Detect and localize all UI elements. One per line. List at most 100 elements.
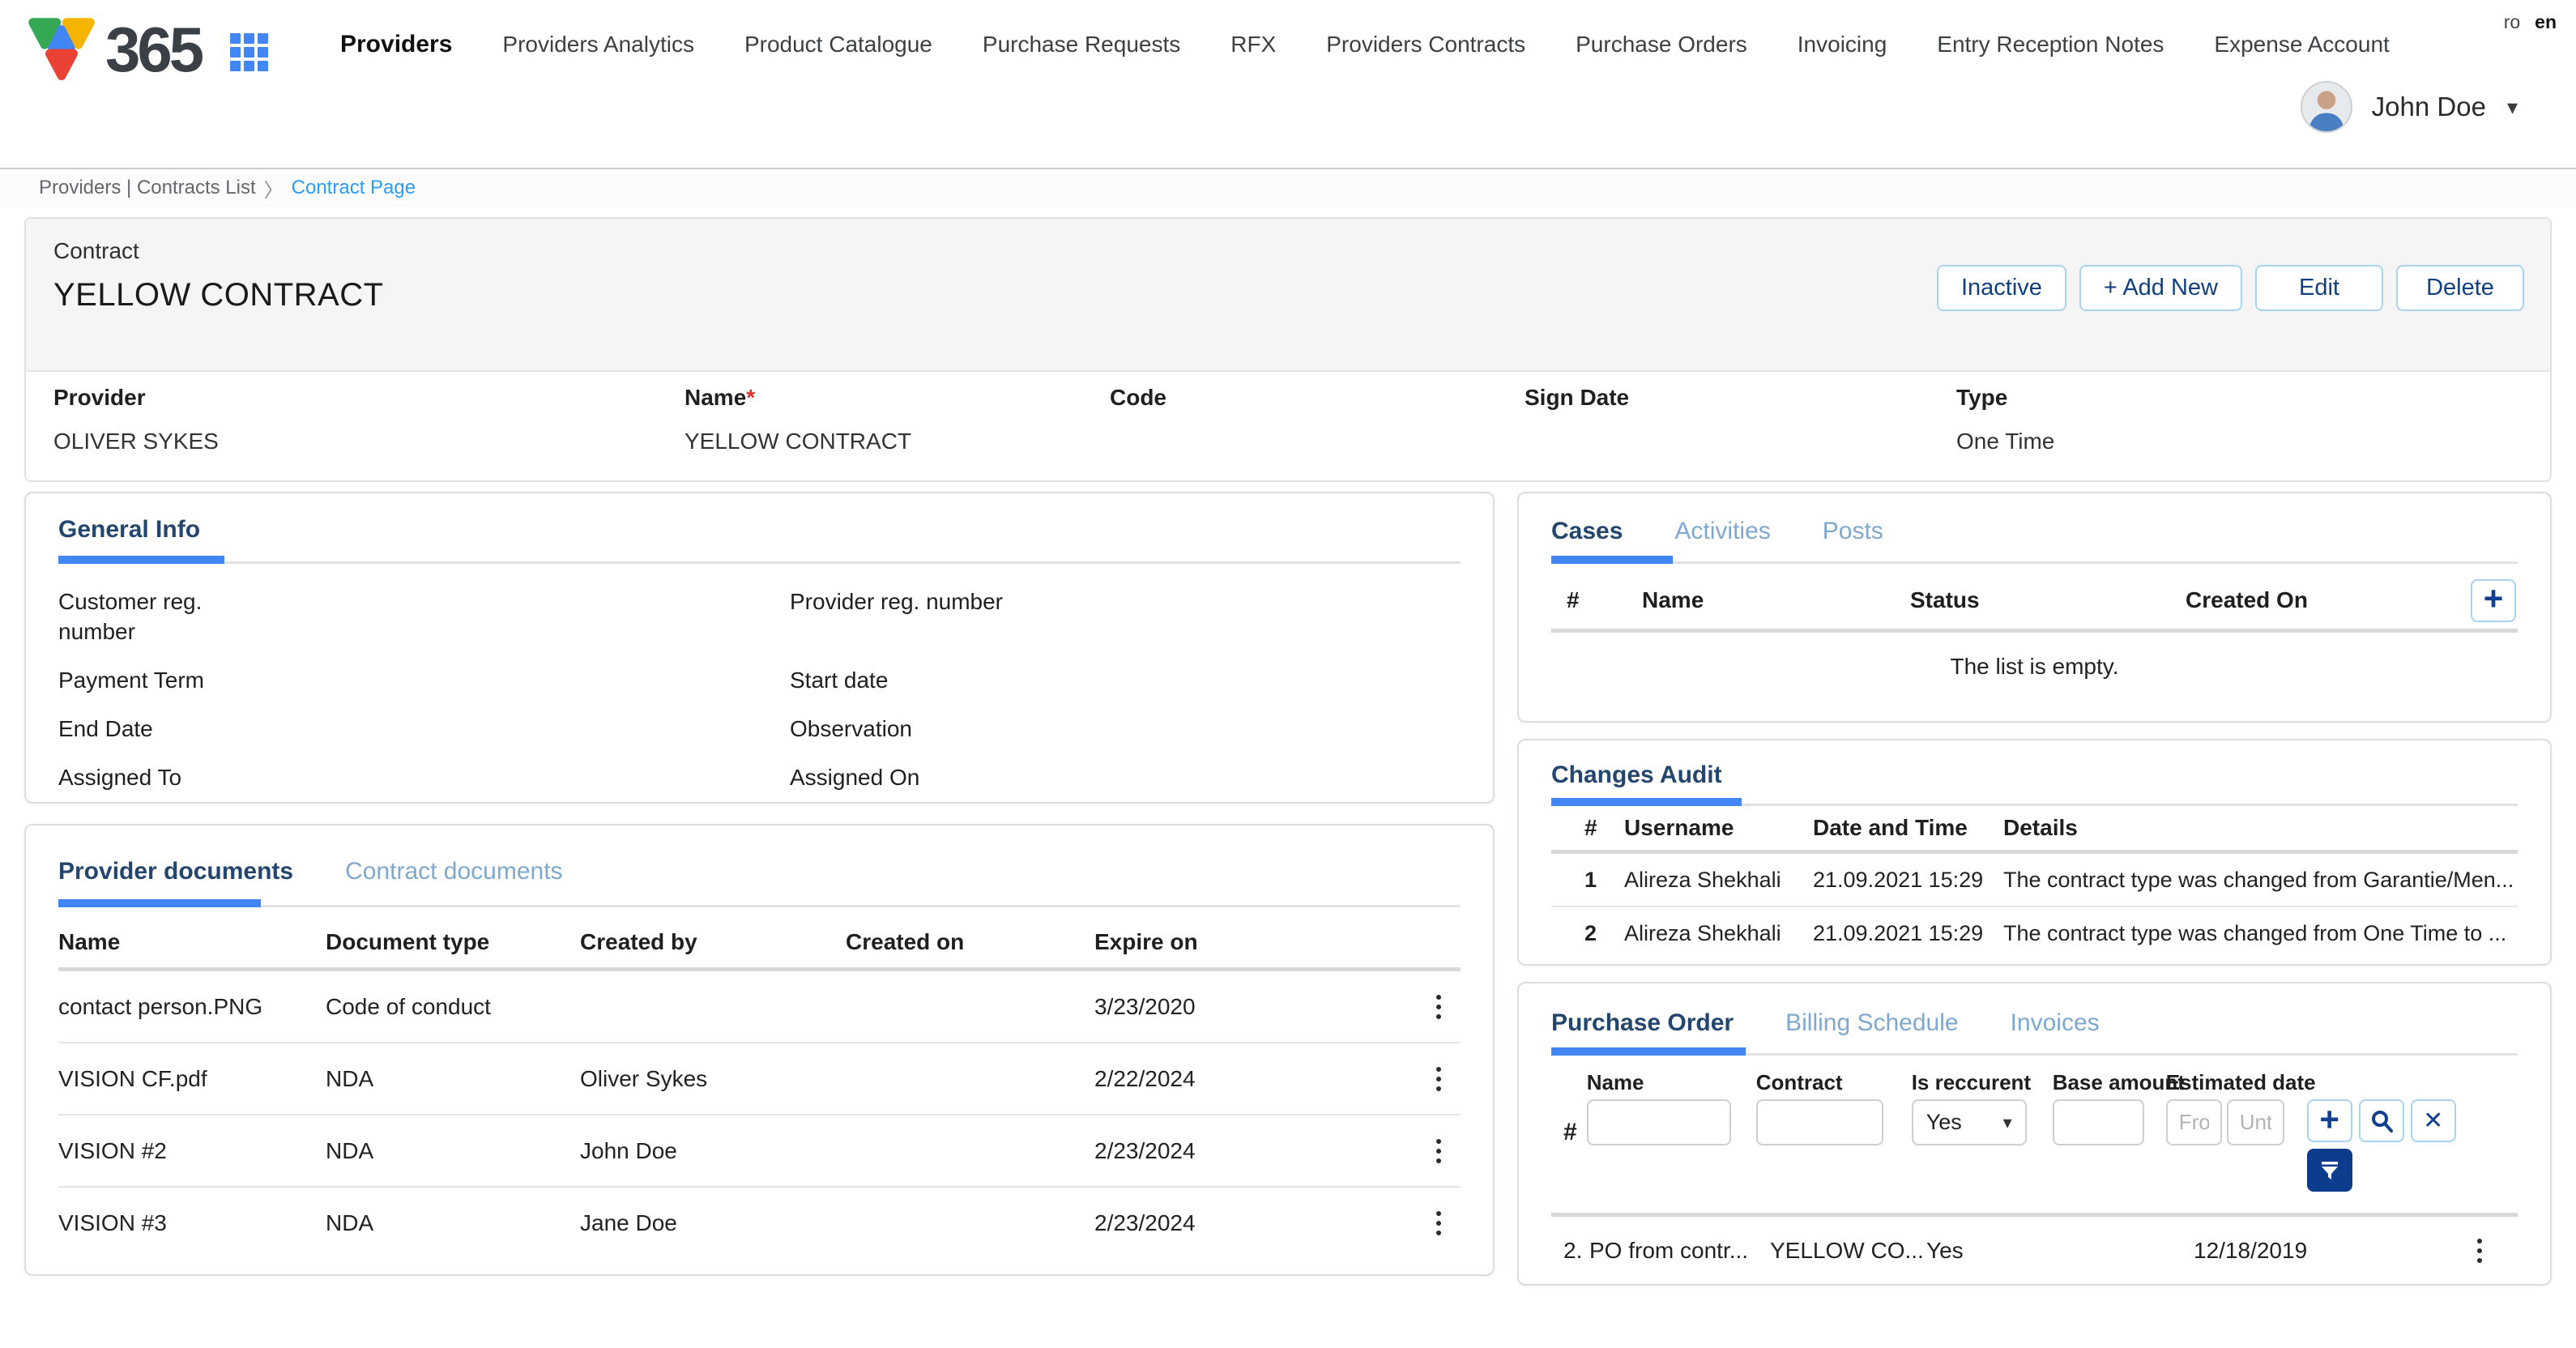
field-code: Code: [1110, 385, 1525, 456]
nav-providers[interactable]: Providers: [340, 31, 452, 58]
field-name-value: YELLOW CONTRACT: [685, 429, 1110, 456]
add-case-button[interactable]: +: [2471, 579, 2516, 622]
nav-expense-account[interactable]: Expense Account: [2214, 32, 2389, 58]
search-icon: [2369, 1109, 2394, 1133]
kebab-menu-icon[interactable]: [1428, 1206, 1461, 1240]
chevron-down-icon: ▾: [2003, 1112, 2012, 1133]
filter-icon: [2318, 1159, 2341, 1182]
field-provider-value: OLIVER SYKES: [53, 429, 685, 456]
label-provider-reg-number: Provider reg. number: [790, 587, 1461, 646]
nav-invoicing[interactable]: Invoicing: [1798, 32, 1887, 58]
nav-purchase-requests[interactable]: Purchase Requests: [983, 32, 1180, 58]
contract-actions: Inactive + Add New Edit Delete: [1937, 265, 2524, 311]
tab-cases[interactable]: Cases: [1551, 518, 1623, 545]
label-observation: Observation: [790, 714, 1461, 744]
po-date-until-input[interactable]: [2227, 1099, 2284, 1145]
app-logo[interactable]: 365: [23, 11, 268, 87]
breadcrumb-path[interactable]: Providers | Contracts List: [39, 177, 256, 199]
changes-audit-title: Changes Audit: [1551, 761, 2518, 789]
tab-contract-documents[interactable]: Contract documents: [345, 858, 562, 885]
nav-product-catalogue[interactable]: Product Catalogue: [744, 32, 932, 58]
field-sign-date: Sign Date: [1525, 385, 1956, 456]
tab-general-info[interactable]: General Info: [58, 516, 200, 544]
field-type: Type One Time: [1956, 385, 2550, 456]
tab-posts[interactable]: Posts: [1823, 518, 1883, 545]
po-base-amount-header: Base amount: [2053, 1070, 2144, 1099]
document-row: VISION #2 NDA John Doe 2/23/2024: [58, 1116, 1461, 1186]
nav-entry-reception-notes[interactable]: Entry Reception Notes: [1937, 32, 2164, 58]
label-customer-reg-number: Customer reg. number: [58, 587, 245, 646]
purchase-order-filter-row: # Name Contract Is reccurent Yes ▾: [1551, 1070, 2518, 1192]
po-name-filter-input[interactable]: [1587, 1099, 1731, 1145]
app-header: 365 Providers Providers Analytics Produc…: [0, 0, 2576, 168]
chevron-down-icon: ▾: [2507, 95, 2518, 120]
language-switcher: ro en: [2504, 11, 2557, 33]
po-date-from-input[interactable]: [2166, 1099, 2222, 1145]
field-name: Name* YELLOW CONTRACT: [685, 385, 1110, 456]
close-icon: ✕: [2423, 1107, 2443, 1135]
po-recurrent-select[interactable]: Yes ▾: [1912, 1099, 2027, 1145]
empty-list-message: The list is empty.: [1551, 654, 2518, 680]
lang-ro[interactable]: ro: [2504, 11, 2520, 33]
tab-provider-documents[interactable]: Provider documents: [58, 858, 293, 885]
breadcrumb-separator-icon: 〉: [264, 174, 284, 203]
kebab-menu-icon[interactable]: [2469, 1234, 2518, 1268]
kebab-menu-icon[interactable]: [1428, 1134, 1461, 1168]
po-estimated-date-header: Estimated date: [2166, 1070, 2222, 1099]
main-content: Contract YELLOW CONTRACT Inactive + Add …: [0, 207, 2576, 1286]
tab-billing-schedule[interactable]: Billing Schedule: [1785, 1009, 1958, 1037]
add-new-button[interactable]: + Add New: [2079, 265, 2242, 311]
po-recurrent-header: Is reccurent: [1912, 1070, 2027, 1099]
purchase-order-panel: Purchase Order Billing Schedule Invoices…: [1517, 982, 2552, 1286]
kebab-menu-icon[interactable]: [1428, 990, 1461, 1024]
label-assigned-to: Assigned To: [58, 762, 790, 792]
breadcrumb-current[interactable]: Contract Page: [292, 177, 416, 199]
nav-providers-analytics[interactable]: Providers Analytics: [502, 32, 694, 58]
cases-table-header: # Name Status Created On +: [1551, 577, 2518, 624]
delete-button[interactable]: Delete: [2396, 265, 2524, 311]
field-provider: Provider OLIVER SYKES: [53, 385, 685, 456]
po-contract-filter-input[interactable]: [1756, 1099, 1883, 1145]
document-row: VISION CF.pdf NDA Oliver Sykes 2/22/2024: [58, 1043, 1461, 1114]
edit-button[interactable]: Edit: [2255, 265, 2383, 311]
add-purchase-order-button[interactable]: +: [2307, 1099, 2352, 1142]
nav-rfx[interactable]: RFX: [1230, 32, 1276, 58]
field-code-value: [1110, 429, 1525, 456]
po-action-buttons: + ✕: [2307, 1099, 2461, 1192]
plus-icon: +: [2319, 1103, 2339, 1137]
plus-icon: +: [2484, 582, 2504, 616]
kebab-menu-icon[interactable]: [1428, 1062, 1461, 1096]
po-name-header: Name: [1587, 1070, 1731, 1099]
po-contract-header: Contract: [1756, 1070, 1883, 1099]
nav-purchase-orders[interactable]: Purchase Orders: [1576, 32, 1747, 58]
label-end-date: End Date: [58, 714, 790, 744]
user-menu[interactable]: John Doe ▾: [2301, 81, 2518, 133]
apply-filter-button[interactable]: [2307, 1149, 2352, 1192]
changes-audit-panel: Changes Audit # Username Date and Time D…: [1517, 739, 2552, 966]
field-type-value: One Time: [1956, 429, 2550, 456]
required-asterisk: *: [746, 385, 755, 410]
field-sign-date-value: [1525, 429, 1956, 456]
cases-panel: Cases Activities Posts # Name Status Cre…: [1517, 492, 2552, 723]
lang-en[interactable]: en: [2535, 11, 2557, 33]
label-assigned-on: Assigned On: [790, 762, 1461, 792]
brand-name: 365: [105, 13, 201, 87]
document-row: contact person.PNG Code of conduct 3/23/…: [58, 971, 1461, 1042]
po-base-amount-filter-input[interactable]: [2053, 1099, 2144, 1145]
inactive-button[interactable]: Inactive: [1937, 265, 2066, 311]
tab-invoices[interactable]: Invoices: [2011, 1009, 2100, 1037]
label-payment-term: Payment Term: [58, 665, 790, 695]
audit-row: 1 Alireza Shekhali 21.09.2021 15:29 The …: [1551, 854, 2518, 906]
tab-purchase-order[interactable]: Purchase Order: [1551, 1009, 1734, 1037]
clear-filter-button[interactable]: ✕: [2411, 1099, 2456, 1142]
contract-card: Contract YELLOW CONTRACT Inactive + Add …: [24, 217, 2552, 482]
search-button[interactable]: [2359, 1099, 2404, 1142]
document-row: VISION #3 NDA Jane Doe 2/23/2024: [58, 1188, 1461, 1258]
documents-panel: Provider documents Contract documents Na…: [24, 824, 1495, 1276]
contract-fields: Provider OLIVER SYKES Name* YELLOW CONTR…: [26, 370, 2550, 480]
audit-table-header: # Username Date and Time Details: [1551, 806, 2518, 850]
general-info-panel: General Info Customer reg. number Provid…: [24, 492, 1495, 804]
tab-activities[interactable]: Activities: [1674, 518, 1770, 545]
nav-providers-contracts[interactable]: Providers Contracts: [1326, 32, 1525, 58]
apps-grid-icon[interactable]: [230, 33, 268, 71]
